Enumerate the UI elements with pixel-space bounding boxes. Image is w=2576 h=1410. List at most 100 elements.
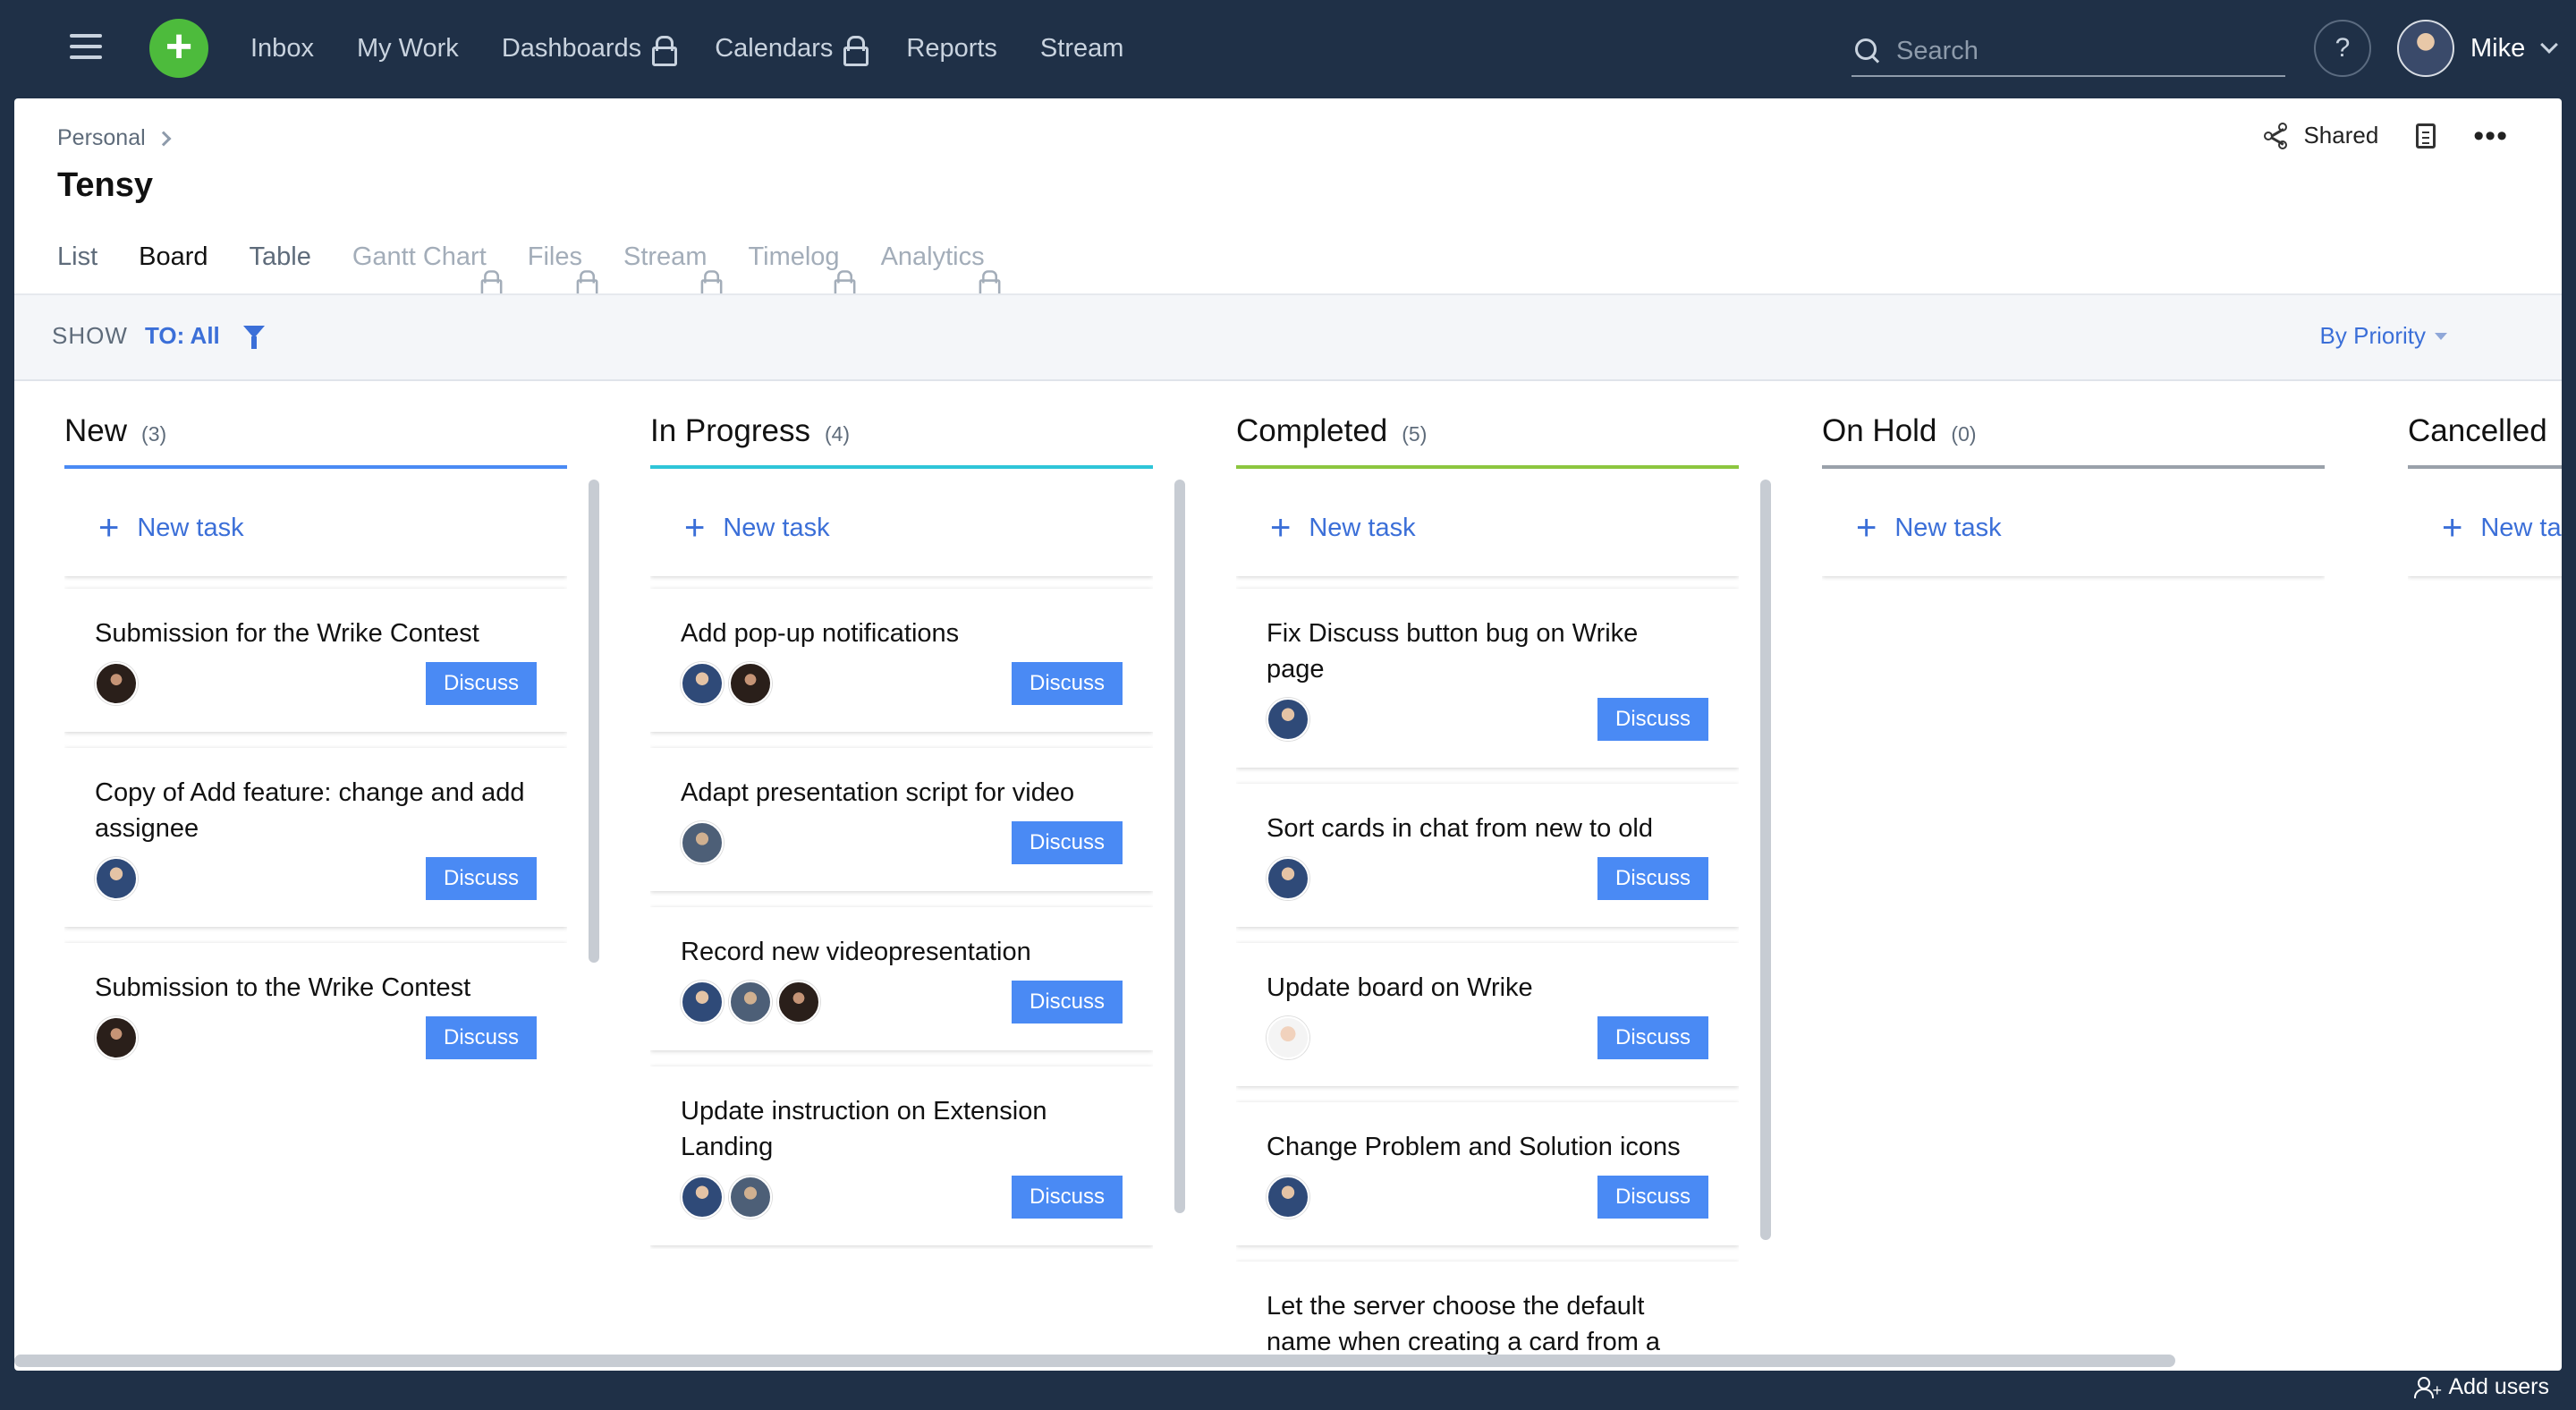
more-options-icon[interactable]: ••• [2473,121,2508,151]
menu-icon[interactable] [70,34,102,59]
tab-label: Timelog [748,242,840,271]
nav-item-calendars[interactable]: Calendars [715,34,869,66]
task-card-footer: Discuss [95,662,537,705]
nav-item-dashboards[interactable]: Dashboards [502,34,678,66]
task-card[interactable]: Update instruction on Extension Landing D… [650,1066,1153,1245]
discuss-button[interactable]: Discuss [1011,821,1123,864]
nav-item-my-work[interactable]: My Work [357,34,459,64]
task-card[interactable]: Change Problem and Solution icons Discuss [1236,1102,1739,1245]
avatar[interactable] [777,981,820,1024]
task-card[interactable]: Update board on Wrike Discuss [1236,943,1739,1086]
new-task-button[interactable]: + New task [1822,480,2325,576]
nav-item-stream[interactable]: Stream [1040,34,1123,64]
nav-item-inbox[interactable]: Inbox [250,34,314,64]
task-card[interactable]: Sort cards in chat from new to old Discus… [1236,784,1739,927]
breadcrumb[interactable]: Personal [57,125,172,151]
tab-label: Files [527,242,582,271]
tab-label: Stream [623,242,708,271]
task-title[interactable]: Adapt presentation script for video [681,775,1123,811]
avatar[interactable] [729,981,772,1024]
discuss-button[interactable]: Discuss [1597,1176,1708,1219]
avatar[interactable] [1267,698,1309,741]
vertical-scrollbar[interactable] [1174,480,1185,1213]
avatar[interactable] [729,662,772,705]
discuss-button[interactable]: Discuss [1011,981,1123,1024]
tab-gantt-chart[interactable]: Gantt Chart [352,233,503,301]
avatar[interactable] [1267,857,1309,900]
task-card[interactable]: Submission for the Wrike Contest Discuss [64,589,567,732]
task-title[interactable]: Update board on Wrike [1267,970,1708,1006]
task-card[interactable]: Let the server choose the default name w… [1236,1261,1739,1365]
task-title[interactable]: Change Problem and Solution icons [1267,1129,1708,1165]
discuss-button[interactable]: Discuss [1597,1016,1708,1059]
avatar[interactable] [681,821,724,864]
task-card[interactable]: Fix Discuss button bug on Wrike page Disc… [1236,589,1739,768]
assignee-filter[interactable]: TO: All [145,322,220,350]
task-title[interactable]: Copy of Add feature: change and add assi… [95,775,537,846]
shared-button[interactable]: Shared [2303,122,2378,149]
discuss-button[interactable]: Discuss [1597,857,1708,900]
task-card[interactable]: Add pop-up notifications Discuss [650,589,1153,732]
new-task-button[interactable]: + New task [650,480,1153,576]
create-new-button[interactable]: + [149,19,208,78]
search-input[interactable] [1896,36,2272,66]
task-title[interactable]: Submission for the Wrike Contest [95,616,537,651]
task-title[interactable]: Sort cards in chat from new to old [1267,811,1708,846]
horizontal-scrollbar[interactable] [14,1355,2175,1367]
new-task-button[interactable]: + New task [64,480,567,576]
task-card[interactable]: Record new videopresentation Discuss [650,907,1153,1050]
task-title[interactable]: Record new videopresentation [681,934,1123,970]
vertical-scrollbar[interactable] [1760,480,1771,1240]
new-task-button[interactable]: + New task [1236,480,1739,576]
tab-board[interactable]: Board [139,233,208,301]
main-nav: Inbox My Work Dashboards Calendars Reports St… [250,0,1166,97]
page-title: Tensy [57,166,154,204]
new-task-button[interactable]: + New task [2408,480,2562,576]
avatar[interactable] [681,1176,724,1219]
task-title[interactable]: Fix Discuss button bug on Wrike page [1267,616,1708,687]
tab-analytics[interactable]: Analytics [881,233,1001,301]
task-title[interactable]: Update instruction on Extension Landing [681,1093,1123,1165]
avatar[interactable] [681,662,724,705]
avatar[interactable] [95,1016,138,1059]
nav-item-reports[interactable]: Reports [906,34,997,64]
card-list: + New task [2408,480,2562,658]
avatar[interactable] [95,857,138,900]
discuss-button[interactable]: Discuss [425,857,537,900]
task-card-footer: Discuss [1267,1016,1708,1059]
tab-list[interactable]: List [57,233,97,301]
discuss-button[interactable]: Discuss [1011,662,1123,705]
avatar[interactable] [1267,1176,1309,1219]
breadcrumb-personal[interactable]: Personal [57,125,146,151]
tab-label: List [57,242,98,271]
add-users-button[interactable]: + Add users [2412,1374,2549,1400]
avatar[interactable] [681,981,724,1024]
sort-dropdown[interactable]: By Priority [2320,322,2447,350]
filter-icon[interactable] [243,326,265,349]
board: New (3) + New task Submission for the Wrike … [14,383,2562,1371]
avatar[interactable] [1267,1016,1309,1059]
tab-files[interactable]: Files [527,233,598,301]
tab-table[interactable]: Table [250,233,311,301]
assignee-avatars [1267,857,1315,900]
avatar[interactable] [729,1176,772,1219]
clipboard-icon[interactable] [2416,123,2436,149]
task-card[interactable]: Adapt presentation script for video Discu… [650,748,1153,891]
avatar[interactable] [95,662,138,705]
tab-stream[interactable]: Stream [623,233,723,301]
tab-timelog[interactable]: Timelog [748,233,856,301]
help-button[interactable]: ? [2314,20,2371,77]
vertical-scrollbar[interactable] [589,480,599,963]
search-box[interactable] [1852,27,2285,77]
discuss-button[interactable]: Discuss [425,1016,537,1059]
task-title[interactable]: Submission to the Wrike Contest [95,970,537,1006]
discuss-button[interactable]: Discuss [425,662,537,705]
task-card[interactable]: Submission to the Wrike Contest Discuss [64,943,567,1075]
plus-icon: + [1856,508,1877,548]
task-title[interactable]: Add pop-up notifications [681,616,1123,651]
discuss-button[interactable]: Discuss [1597,698,1708,741]
share-icon[interactable] [2264,122,2291,149]
user-menu[interactable]: Mike [2397,20,2559,77]
task-card[interactable]: Copy of Add feature: change and add assi… [64,748,567,927]
discuss-button[interactable]: Discuss [1011,1176,1123,1219]
